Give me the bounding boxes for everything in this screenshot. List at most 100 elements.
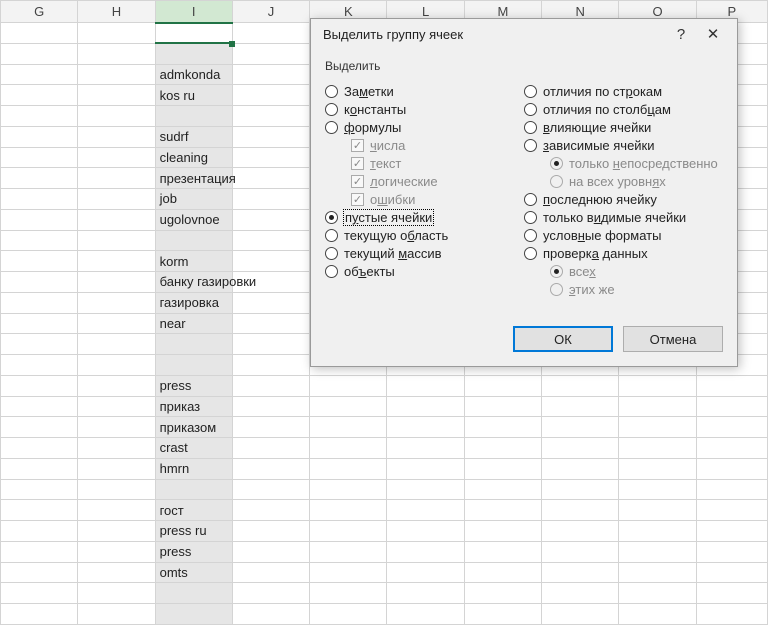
radio-array[interactable]: текущий массив (325, 246, 524, 261)
cell[interactable] (387, 479, 464, 500)
column-header-J[interactable]: J (232, 1, 309, 23)
cell[interactable] (78, 355, 155, 376)
cell[interactable] (1, 521, 78, 542)
cell[interactable]: презентация (155, 168, 232, 189)
cell[interactable] (619, 417, 696, 438)
cell[interactable] (78, 562, 155, 583)
cell[interactable]: kos ru (155, 85, 232, 106)
cell[interactable] (542, 583, 619, 604)
cell[interactable] (464, 521, 541, 542)
cell[interactable] (696, 375, 767, 396)
cell[interactable] (232, 417, 309, 438)
cell[interactable] (310, 417, 387, 438)
cell[interactable] (1, 604, 78, 625)
cell[interactable] (1, 230, 78, 251)
cell[interactable] (232, 479, 309, 500)
cell[interactable] (1, 438, 78, 459)
cell[interactable] (464, 458, 541, 479)
cell[interactable] (310, 604, 387, 625)
cell[interactable] (310, 438, 387, 459)
ok-button[interactable]: ОК (513, 326, 613, 352)
radio-visible[interactable]: только видимые ячейки (524, 210, 723, 225)
cell[interactable]: korm (155, 251, 232, 272)
cell[interactable]: банку газировки (155, 272, 232, 293)
cell[interactable] (232, 251, 309, 272)
cell[interactable] (78, 209, 155, 230)
cell[interactable] (78, 334, 155, 355)
cell[interactable] (232, 458, 309, 479)
radio-objects[interactable]: объекты (325, 264, 524, 279)
radio-coldiff[interactable]: отличия по столбцам (524, 102, 723, 117)
cell[interactable] (619, 583, 696, 604)
cell[interactable] (310, 500, 387, 521)
cell[interactable]: press (155, 375, 232, 396)
cancel-button[interactable]: Отмена (623, 326, 723, 352)
cell[interactable] (696, 583, 767, 604)
cell[interactable] (1, 458, 78, 479)
fill-handle[interactable] (229, 41, 235, 47)
cell[interactable] (542, 521, 619, 542)
cell[interactable] (310, 375, 387, 396)
cell[interactable] (155, 479, 232, 500)
cell[interactable] (155, 334, 232, 355)
cell[interactable] (310, 396, 387, 417)
cell[interactable] (619, 396, 696, 417)
cell[interactable] (387, 375, 464, 396)
cell[interactable] (78, 168, 155, 189)
cell[interactable] (78, 417, 155, 438)
cell[interactable] (232, 396, 309, 417)
cell[interactable] (464, 479, 541, 500)
column-header-I[interactable]: I (155, 1, 232, 23)
cell[interactable]: admkonda (155, 64, 232, 85)
cell[interactable] (78, 85, 155, 106)
cell[interactable] (387, 521, 464, 542)
help-button[interactable]: ? (665, 26, 697, 43)
cell[interactable] (232, 375, 309, 396)
cell[interactable] (696, 458, 767, 479)
cell[interactable] (387, 438, 464, 459)
cell[interactable] (78, 43, 155, 64)
cell[interactable]: press (155, 541, 232, 562)
cell[interactable] (232, 168, 309, 189)
cell[interactable] (387, 541, 464, 562)
cell[interactable] (232, 147, 309, 168)
cell[interactable] (78, 126, 155, 147)
column-header-H[interactable]: H (78, 1, 155, 23)
cell[interactable] (387, 417, 464, 438)
cell[interactable] (619, 458, 696, 479)
cell[interactable]: near (155, 313, 232, 334)
cell[interactable] (155, 604, 232, 625)
radio-dependents[interactable]: зависимые ячейки (524, 138, 723, 153)
radio-notes[interactable]: Заметки (325, 84, 524, 99)
cell[interactable] (310, 521, 387, 542)
radio-lastcell[interactable]: последнюю ячейку (524, 192, 723, 207)
cell[interactable] (1, 64, 78, 85)
cell[interactable] (78, 189, 155, 210)
cell[interactable] (619, 541, 696, 562)
cell[interactable] (78, 64, 155, 85)
cell[interactable] (1, 168, 78, 189)
cell[interactable] (78, 147, 155, 168)
cell[interactable]: cleaning (155, 147, 232, 168)
cell[interactable] (542, 396, 619, 417)
cell[interactable] (619, 562, 696, 583)
cell[interactable] (78, 251, 155, 272)
cell[interactable]: omts (155, 562, 232, 583)
cell[interactable] (387, 458, 464, 479)
cell[interactable] (1, 375, 78, 396)
cell[interactable] (1, 85, 78, 106)
cell[interactable] (1, 583, 78, 604)
cell[interactable] (78, 521, 155, 542)
cell[interactable] (542, 500, 619, 521)
cell[interactable] (232, 438, 309, 459)
cell[interactable] (464, 583, 541, 604)
cell[interactable] (232, 500, 309, 521)
cell[interactable] (619, 479, 696, 500)
cell[interactable] (232, 521, 309, 542)
cell[interactable] (232, 126, 309, 147)
cell[interactable] (232, 562, 309, 583)
cell[interactable] (310, 479, 387, 500)
cell[interactable] (696, 500, 767, 521)
cell[interactable] (387, 583, 464, 604)
cell[interactable]: sudrf (155, 126, 232, 147)
